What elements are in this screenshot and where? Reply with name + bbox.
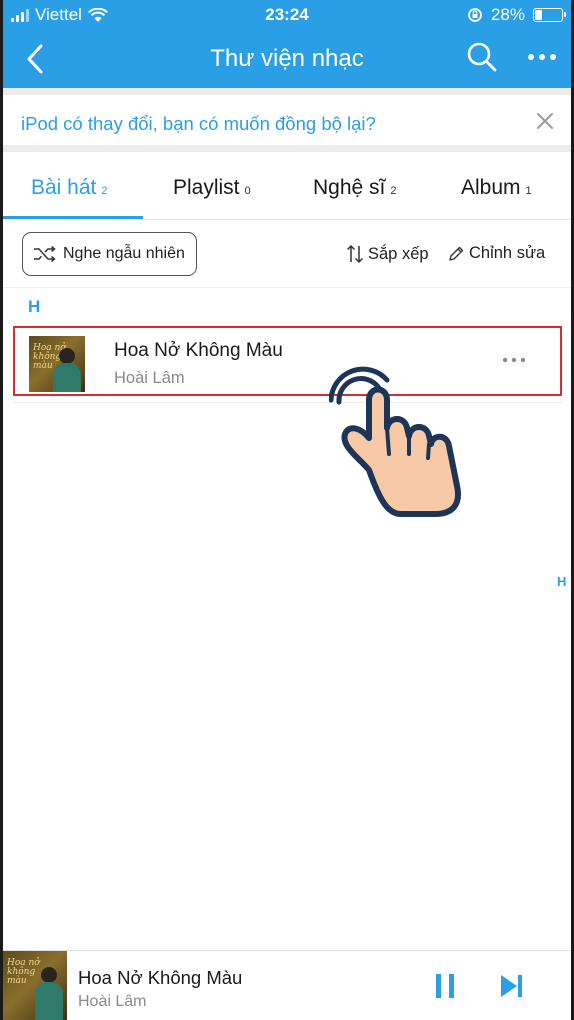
album-cover-text: Hoa nở không màu: [7, 958, 40, 986]
album-cover: Hoa nở không màu: [29, 336, 85, 392]
edit-button[interactable]: Chỉnh sửa: [447, 244, 545, 263]
search-icon[interactable]: [465, 40, 499, 74]
shuffle-icon: [34, 246, 56, 262]
sync-banner: iPod có thay đổi, bạn có muốn đồng bộ lạ…: [3, 88, 571, 152]
pause-icon[interactable]: [433, 971, 457, 1001]
sync-banner-text[interactable]: iPod có thay đổi, bạn có muốn đồng bộ lạ…: [21, 113, 376, 135]
tab-songs[interactable]: Bài hát 2: [31, 176, 108, 200]
status-bar: Viettel 23:24 28%: [3, 0, 571, 30]
battery-percent: 28%: [490, 5, 525, 24]
top-bar: Viettel 23:24 28% Thư viện nhạc: [3, 0, 571, 88]
battery-level: [535, 10, 542, 20]
list-toolbar: Nghe ngẫu nhiên Sắp xếp Chỉnh sửa: [3, 220, 571, 288]
tab-label: Album: [461, 176, 521, 199]
song-title: Hoa Nở Không Màu: [114, 340, 283, 361]
tab-count: 0: [244, 185, 251, 197]
row-divider: [13, 402, 562, 403]
tap-hand-icon: [329, 366, 461, 517]
shuffle-label: Nghe ngẫu nhiên: [63, 245, 185, 262]
sort-button[interactable]: Sắp xếp: [345, 244, 429, 264]
section-index-letter[interactable]: H: [557, 574, 566, 589]
player-album-cover: Hoa nở không màu: [3, 951, 67, 1020]
more-horizontal-icon[interactable]: [525, 42, 559, 72]
tab-count: 2: [101, 185, 108, 197]
active-tab-indicator: [3, 216, 143, 219]
song-artist: Hoài Lâm: [114, 369, 185, 387]
more-horizontal-icon[interactable]: [500, 350, 528, 370]
player-song-title: Hoa Nở Không Màu: [78, 967, 243, 988]
tab-album[interactable]: Album 1: [461, 176, 532, 200]
tab-label: Bài hát: [31, 176, 97, 199]
app-screen: Viettel 23:24 28% Thư viện nhạc iPod có …: [3, 0, 571, 1020]
close-icon[interactable]: [533, 109, 557, 133]
mini-player[interactable]: Hoa nở không màu Hoa Nở Không Màu Hoài L…: [3, 950, 571, 1020]
section-header: H: [28, 297, 41, 316]
tab-count: 1: [525, 185, 532, 197]
nav-bar: Thư viện nhạc: [3, 34, 571, 84]
sort-icon: [346, 244, 364, 264]
edit-label: Chỉnh sửa: [469, 244, 546, 262]
player-song-artist: Hoài Lâm: [78, 993, 147, 1010]
pencil-icon: [449, 246, 464, 261]
battery-group: 28%: [467, 5, 566, 25]
rotation-lock-icon: [468, 8, 482, 22]
tab-label: Playlist: [173, 176, 240, 199]
shuffle-button[interactable]: Nghe ngẫu nhiên: [22, 232, 197, 276]
tab-label: Nghệ sĩ: [313, 176, 386, 199]
tab-artists[interactable]: Nghệ sĩ 2: [313, 176, 397, 200]
tab-playlist[interactable]: Playlist 0: [173, 176, 251, 200]
sort-label: Sắp xếp: [368, 244, 429, 263]
tab-count: 2: [390, 185, 397, 197]
song-row[interactable]: Hoa nở không màu Hoa Nở Không Màu Hoài L…: [13, 326, 562, 396]
library-tabs: Bài hát 2 Playlist 0 Nghệ sĩ 2 Album 1: [3, 152, 571, 220]
battery-icon: [533, 8, 566, 22]
skip-next-icon[interactable]: [499, 973, 525, 999]
